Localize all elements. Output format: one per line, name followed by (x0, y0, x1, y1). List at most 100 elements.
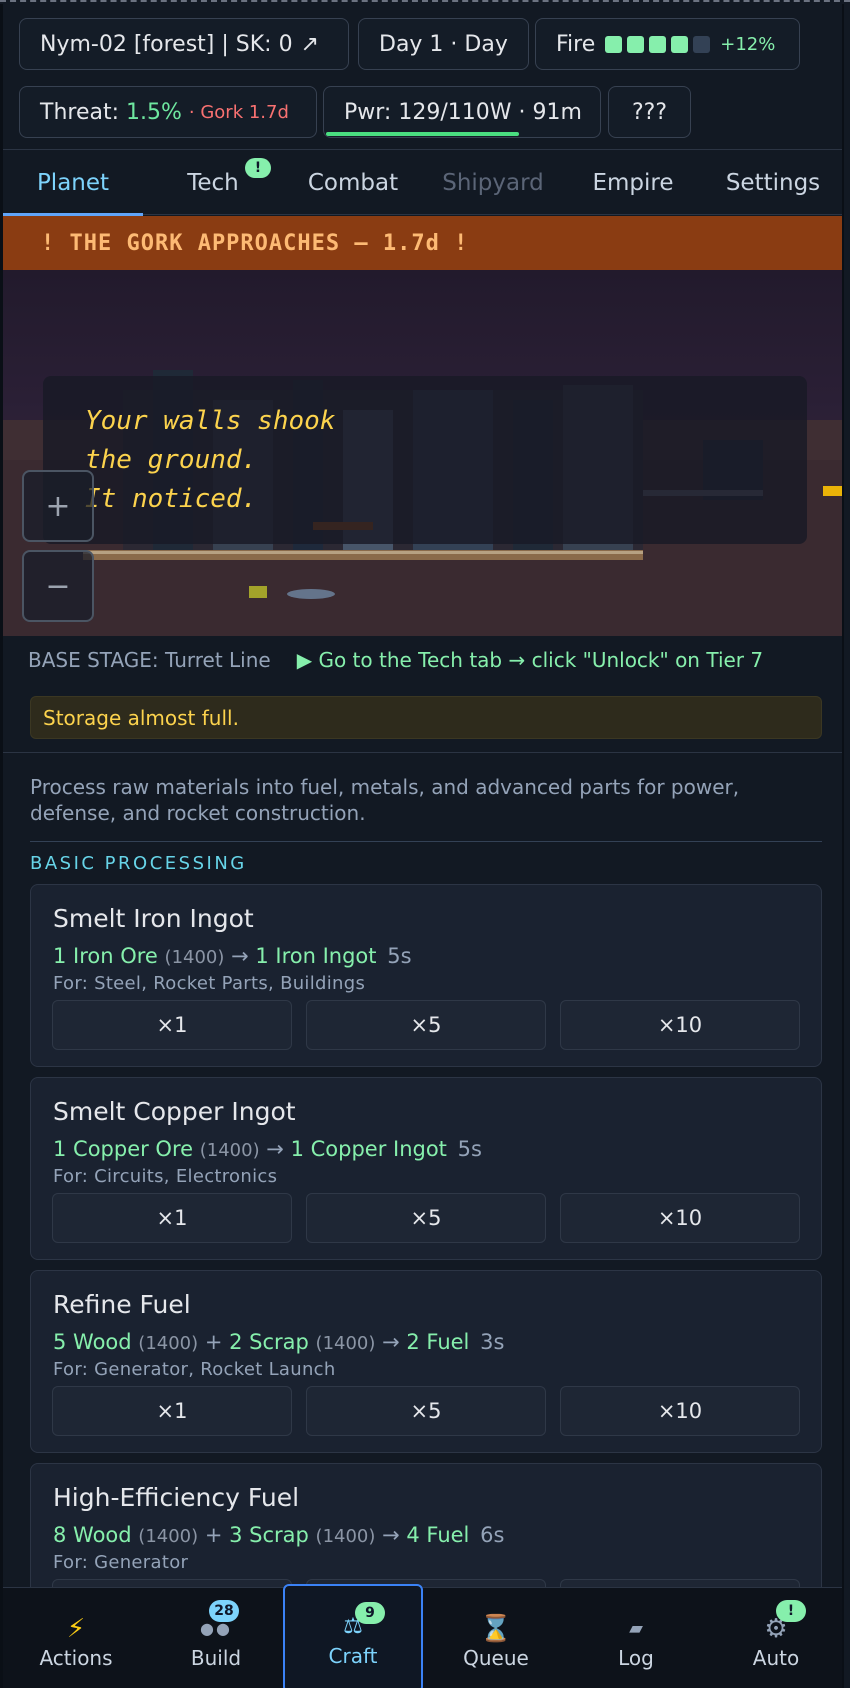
external-link-icon: ↗ (300, 31, 320, 57)
recipe-uses: For: Steel, Rocket Parts, Buildings (53, 973, 366, 994)
fire-level-meter (600, 32, 711, 57)
recipe-title: Smelt Iron Ingot (53, 904, 254, 933)
nav-auto-badge: ! (776, 1600, 806, 1622)
recipe-output: 2 Fuel (406, 1330, 470, 1354)
nav-queue[interactable]: ⌛ Queue (426, 1588, 566, 1688)
recipe-uses: For: Circuits, Electronics (53, 1166, 278, 1187)
plus-icon: + (45, 488, 71, 524)
day-pill: Day 1 · Day (358, 18, 529, 70)
recipe-input: 8 Wood (53, 1523, 132, 1547)
nav-log-label: Log (618, 1646, 654, 1670)
fire-pill: Fire +12% (535, 18, 800, 70)
craft-x1-button[interactable]: ×1 (52, 1193, 292, 1243)
lightning-icon: ⚡ (66, 1614, 86, 1644)
tab-settings[interactable]: Settings (703, 150, 842, 215)
threat-pill: Threat: 1.5% · Gork 1.7d (19, 86, 317, 138)
recipe-input-stock: (1400) (138, 1526, 199, 1547)
fire-level-filled (627, 36, 645, 53)
narration-line: the ground. (85, 445, 258, 475)
stage-hint[interactable]: ▶ Go to the Tech tab → click "Unlock" on… (297, 648, 763, 672)
recipe-time: 3s (480, 1330, 505, 1354)
recipe-title: Smelt Copper Ingot (53, 1097, 296, 1126)
craft-x5-button[interactable]: ×5 (306, 1193, 546, 1243)
tab-shipyard[interactable]: Shipyard (423, 150, 563, 215)
craft-x1-button[interactable]: ×1 (52, 1000, 292, 1050)
narration-line: It noticed. (85, 484, 258, 514)
recipe-input: 5 Wood (53, 1330, 132, 1354)
recipe-output: 1 Copper Ingot (290, 1137, 447, 1161)
recipe-input-stock: (1400) (164, 947, 225, 968)
nav-craft-badge: 9 (355, 1602, 385, 1624)
fire-level-filled (605, 36, 623, 53)
recipe-time: 6s (480, 1523, 505, 1547)
recipe-output: 4 Fuel (406, 1523, 470, 1547)
recipe-input-stock: (1400) (315, 1333, 376, 1354)
zoom-in-button[interactable]: + (22, 470, 94, 542)
tab-tech-badge: ! (245, 158, 271, 178)
power-label: Pwr: 129/110W · 91m (344, 99, 582, 125)
planet-scene[interactable]: Your walls shook the ground. It noticed.… (3, 270, 842, 636)
recipe-formula: 1 Copper Ore (1400) → 1 Copper Ingot 5s (53, 1137, 482, 1161)
nav-craft[interactable]: ⚖ Craft 9 (283, 1584, 423, 1688)
threat-banner: ! THE GORK APPROACHES — 1.7d ! (3, 216, 842, 270)
storage-alert: Storage almost full. (30, 696, 822, 739)
tab-tech-label: Tech (187, 169, 239, 196)
power-bar (326, 132, 520, 136)
recipe-uses: For: Generator (53, 1552, 189, 1573)
nav-actions[interactable]: ⚡ Actions (6, 1588, 146, 1688)
nav-log[interactable]: ▰ Log (566, 1588, 706, 1688)
tab-planet[interactable]: Planet (3, 150, 143, 216)
tab-tech[interactable]: Tech! (143, 150, 283, 215)
recipe-input: 1 Copper Ore (53, 1137, 194, 1161)
fire-bonus: +12% (720, 33, 776, 55)
divider (30, 841, 822, 842)
craft-x5-button[interactable]: ×5 (306, 1386, 546, 1436)
bottom-nav: ⚡ Actions ●● Build 28 ⚖ Craft 9 ⌛ Queue … (3, 1584, 842, 1688)
narration-box: Your walls shook the ground. It noticed. (43, 376, 807, 544)
power-pill: Pwr: 129/110W · 91m (323, 86, 601, 138)
nav-auto[interactable]: ⚙ Auto ! (706, 1588, 842, 1688)
recipe-output: 1 Iron Ingot (255, 944, 377, 968)
app-root: Nym-02 [forest] | SK: 0 ↗ Day 1 · Day Fi… (0, 0, 850, 1688)
recipe-card: Smelt Copper Ingot 1 Copper Ore (1400) →… (30, 1077, 822, 1260)
gork-eta: · Gork 1.7d (188, 101, 289, 123)
base-stage-row: BASE STAGE: Turret Line ▶ Go to the Tech… (3, 637, 842, 683)
minus-icon: − (45, 568, 71, 604)
day-label: Day 1 · Day (379, 31, 508, 57)
fire-label: Fire (556, 31, 596, 57)
nav-queue-label: Queue (463, 1646, 529, 1670)
craft-x1-button[interactable]: ×1 (52, 1386, 292, 1436)
recipe-title: High-Efficiency Fuel (53, 1483, 300, 1512)
threat-label: Threat: (40, 99, 119, 125)
recipe-card: Smelt Iron Ingot 1 Iron Ore (1400) → 1 I… (30, 884, 822, 1067)
recipe-input-stock: (1400) (199, 1140, 260, 1161)
section-title: BASIC PROCESSING (30, 853, 247, 874)
recipe-input-stock: (1400) (138, 1333, 199, 1354)
nav-build[interactable]: ●● Build 28 (146, 1588, 286, 1688)
tab-combat[interactable]: Combat (283, 150, 423, 215)
recipe-time: 5s (457, 1137, 482, 1161)
craft-x5-button[interactable]: ×5 (306, 1000, 546, 1050)
recipe-uses: For: Generator, Rocket Launch (53, 1359, 336, 1380)
log-icon: ▰ (629, 1618, 643, 1639)
threat-value: 1.5% (126, 99, 182, 125)
tab-empire[interactable]: Empire (563, 150, 703, 215)
hourglass-icon: ⌛ (479, 1614, 513, 1644)
craft-x10-button[interactable]: ×10 (560, 1193, 800, 1243)
nav-auto-label: Auto (752, 1646, 800, 1670)
nav-actions-label: Actions (39, 1646, 113, 1670)
base-stage-label: BASE STAGE: Turret Line (28, 648, 271, 672)
planet-pill[interactable]: Nym-02 [forest] | SK: 0 ↗ (19, 18, 349, 70)
mystery-button[interactable]: ??? (608, 86, 691, 138)
tab-combat-label: Combat (307, 169, 399, 196)
zoom-out-button[interactable]: − (22, 550, 94, 622)
craft-x10-button[interactable]: ×10 (560, 1386, 800, 1436)
recipe-formula: 1 Iron Ore (1400) → 1 Iron Ingot 5s (53, 944, 412, 968)
recipe-formula: 8 Wood (1400) + 3 Scrap (1400) → 4 Fuel … (53, 1523, 505, 1547)
recipe-formula: 5 Wood (1400) + 2 Scrap (1400) → 2 Fuel … (53, 1330, 505, 1354)
nav-build-badge: 28 (209, 1600, 239, 1622)
recipe-input: 3 Scrap (229, 1523, 309, 1547)
tab-planet-label: Planet (36, 169, 110, 196)
fire-level-filled (649, 36, 667, 53)
craft-x10-button[interactable]: ×10 (560, 1000, 800, 1050)
